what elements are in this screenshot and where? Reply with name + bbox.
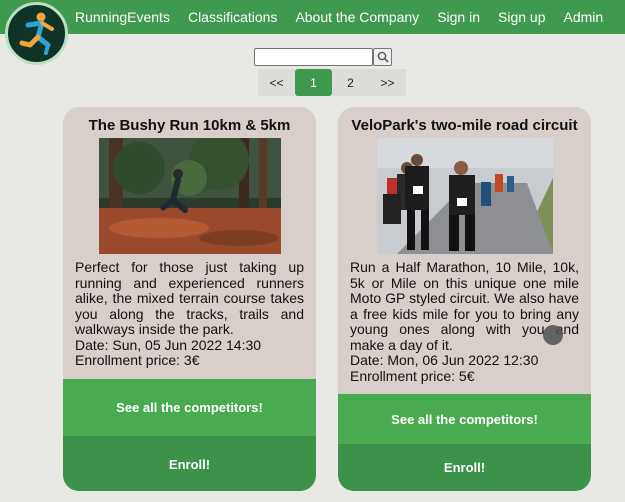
nav-classifications[interactable]: Classifications: [188, 9, 277, 25]
event-card: VeloPark's two-mile road circuit Run a H…: [338, 107, 591, 491]
page-prev-button[interactable]: <<: [258, 69, 295, 96]
top-navbar: RunningEvents Classifications About the …: [0, 0, 625, 34]
nav-sign-up[interactable]: Sign up: [498, 9, 545, 25]
search-input[interactable]: [254, 48, 373, 66]
nav-admin[interactable]: Admin: [563, 9, 603, 25]
event-photo: [98, 138, 281, 254]
event-description: Perfect for those just taking up running…: [75, 259, 304, 337]
event-card: The Bushy Run 10km & 5km Perfect for tho…: [63, 107, 316, 491]
enroll-button[interactable]: Enroll!: [63, 436, 316, 491]
search-bar: [254, 48, 392, 66]
see-competitors-button[interactable]: See all the competitors!: [63, 379, 316, 436]
page-1-button[interactable]: 1: [295, 69, 332, 96]
event-price: Enrollment price: 3€: [75, 352, 200, 368]
enroll-button[interactable]: Enroll!: [338, 444, 591, 491]
nav-running-events[interactable]: RunningEvents: [75, 9, 170, 25]
see-competitors-button[interactable]: See all the competitors!: [338, 394, 591, 444]
search-icon: [377, 51, 389, 63]
nav-menu: RunningEvents Classifications About the …: [75, 0, 621, 34]
nav-about-company[interactable]: About the Company: [295, 9, 419, 25]
pagination: << 1 2 >>: [258, 69, 406, 96]
event-date: Date: Mon, 06 Jun 2022 12:30: [350, 352, 539, 368]
nav-sign-in[interactable]: Sign in: [437, 9, 480, 25]
search-button[interactable]: [373, 48, 392, 66]
event-price: Enrollment price: 5€: [350, 367, 475, 384]
mouse-cursor-indicator: [543, 325, 563, 345]
runner-logo-icon[interactable]: [5, 2, 68, 65]
event-title: VeloPark's two-mile road circuit: [351, 117, 578, 134]
page-next-button[interactable]: >>: [369, 69, 406, 96]
event-date: Date: Sun, 05 Jun 2022 14:30: [75, 336, 262, 353]
event-photo: [376, 138, 553, 254]
page-2-button[interactable]: 2: [332, 69, 369, 96]
event-title: The Bushy Run 10km & 5km: [88, 117, 291, 134]
